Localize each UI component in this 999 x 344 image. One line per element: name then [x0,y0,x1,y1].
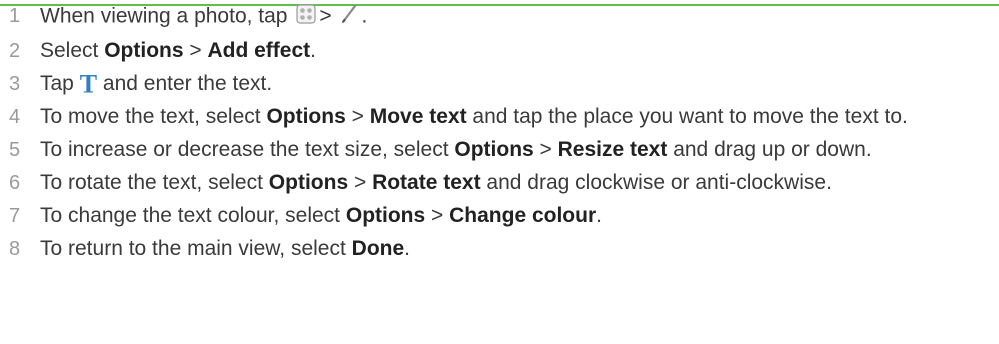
step-text-end: . [310,39,316,62]
menu-term-options: Options [454,138,534,161]
step-item: 8 To return to the main view, select Don… [0,237,980,261]
step-separator: > [348,171,373,194]
step-item: 7 To change the text colour, select Opti… [0,204,980,228]
step-item: 4 To move the text, select Options > Mov… [0,105,980,129]
step-separator: > [345,105,370,128]
step-number: 6 [9,172,21,194]
step-text-end: and enter the text. [102,72,273,95]
menu-term-options: Options [345,204,426,227]
step-text: To increase or decrease the text size, s… [40,138,455,161]
step-text-end: . [596,204,602,227]
menu-term-options: Options [104,39,184,62]
menu-term-change-colour: Change colour [449,204,597,227]
step-item: 1 When viewing a photo, tap > . [0,4,980,30]
step-separator: > [183,39,208,62]
step-separator: > [533,138,558,161]
step-text: To rotate the text, select [40,171,269,194]
menu-term-add-effect: Add effect [207,39,311,62]
menu-term-rotate-text: Rotate text [372,171,481,194]
step-number: 3 [9,73,21,95]
step-number: 2 [9,40,21,62]
grid-menu-icon [296,4,316,30]
step-number: 5 [9,139,21,161]
step-text: To return to the main view, select [40,237,352,260]
step-separator: > [319,4,332,28]
step-number: 1 [9,5,21,27]
step-text-end: and tap the place you want to move the t… [466,105,908,128]
step-number: 7 [9,205,21,227]
step-text-end: . [404,237,410,260]
menu-term-options: Options [268,171,349,194]
step-text-end: and drag clockwise or anti-clockwise. [480,171,832,194]
step-text: To change the text colour, select [40,204,346,227]
menu-term-options: Options [266,105,346,128]
text-T-icon: T [79,69,98,99]
menu-term-move-text: Move text [369,105,467,128]
step-text: Tap [40,72,74,95]
instruction-steps: 1 When viewing a photo, tap > . 2 Select… [0,4,999,270]
step-text: Select [40,39,105,62]
step-item: 2 Select Options > Add effect. [0,39,980,63]
menu-term-done: Done [351,237,405,260]
edit-pencil-icon [340,4,358,30]
step-item: 5 To increase or decrease the text size,… [0,138,980,162]
step-item: 6 To rotate the text, select Options > R… [0,171,980,195]
menu-term-resize-text: Resize text [557,138,668,161]
step-text-end: and drag up or down. [667,138,872,161]
step-number: 4 [9,106,21,128]
step-text-end: . [361,4,368,28]
step-item: 3 Tap T and enter the text. [0,69,980,99]
step-number: 8 [9,238,21,260]
step-text: To move the text, select [40,105,267,128]
step-text: When viewing a photo, tap [40,4,288,28]
step-separator: > [425,204,450,227]
